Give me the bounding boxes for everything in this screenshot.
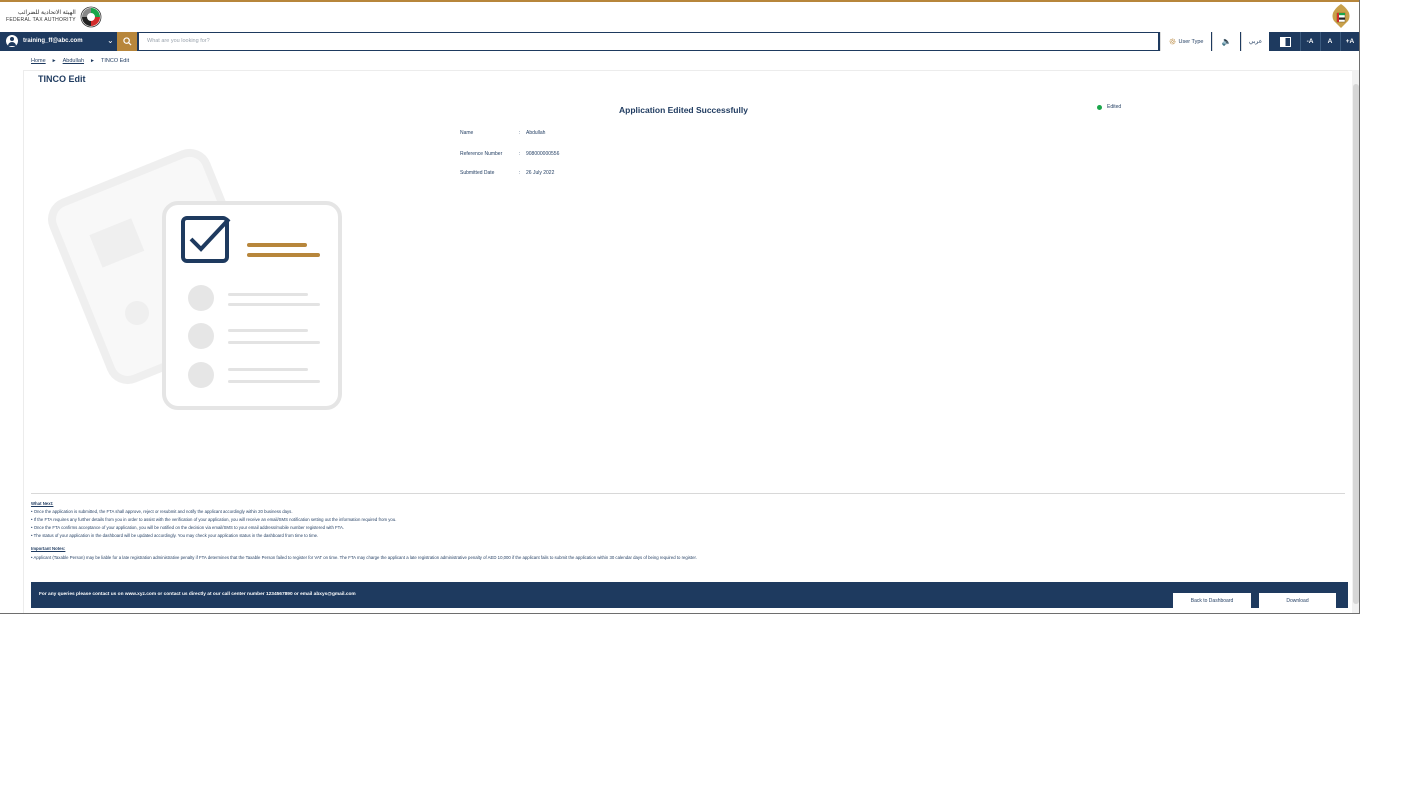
breadcrumb-current: TINCO Edit [101,58,130,64]
breadcrumb-abdullah[interactable]: Abdullah [63,58,84,64]
important-notes-heading: Important Notes: [31,546,66,552]
what-next-item: • Once the FTA confirms acceptance of yo… [31,525,345,531]
top-navbar: training_ff@abc.com ⌄ What are you looki… [0,32,1359,51]
fta-logo[interactable]: الهيئة الاتحادية للضرائب FEDERAL TAX AUT… [6,4,102,30]
page-title: TINCO Edit [38,74,86,84]
gear-icon [1169,38,1175,45]
chevron-down-icon[interactable]: ⌄ [107,36,114,45]
detail-label: Name [460,130,474,136]
text-to-speech-button[interactable]: 🔈 [1212,32,1240,51]
what-next-item: • If the FTA requires any further detail… [31,517,397,523]
section-divider [31,493,1345,494]
status-label: Edited [1107,104,1122,110]
detail-colon: : [519,170,521,176]
what-next-item: • Once the application is submitted, the… [31,509,293,515]
breadcrumb-separator-icon: ► [51,58,57,64]
user-type-button[interactable]: User Type [1160,32,1211,51]
fta-logo-icon [80,6,102,28]
detail-value: 26 July 2022 [526,170,555,176]
speaker-icon: 🔈 [1221,37,1232,46]
scrollbar-thumb[interactable] [1353,84,1359,604]
notes-section: What Next: • Once the application is sub… [31,500,697,562]
detail-colon: : [519,151,521,157]
user-type-label: User Type [1178,38,1204,45]
footer-bar: For any queries please contact us on www… [31,582,1348,608]
font-decrease-button[interactable]: -A [1300,32,1319,51]
search-input[interactable]: What are you looking for? [138,32,1159,51]
uae-emblem-icon [1332,4,1350,28]
app-frame: الهيئة الاتحادية للضرائب FEDERAL TAX AUT… [0,0,1360,614]
logo-text: الهيئة الاتحادية للضرائب FEDERAL TAX AUT… [6,10,76,24]
user-email: training_ff@abc.com [23,38,83,44]
breadcrumb-separator-icon: ► [90,58,95,64]
top-accent-line [0,0,1359,2]
detail-label: Submitted Date [460,170,495,176]
font-increase-button[interactable]: +A [1340,32,1359,51]
download-button[interactable]: Download [1259,593,1336,608]
back-to-dashboard-button[interactable]: Back to Dashboard [1173,593,1251,608]
logo-text-arabic: الهيئة الاتحادية للضرائب [17,10,76,16]
contrast-icon [1279,36,1291,47]
user-menu[interactable]: training_ff@abc.com [6,35,83,47]
detail-value: 908000000556 [526,151,560,157]
language-toggle[interactable]: عربي [1241,32,1269,51]
what-next-heading: What Next: [31,501,54,506]
breadcrumb: Home ► Abdullah ► TINCO Edit [31,58,129,64]
font-normal-button[interactable]: A [1320,32,1339,51]
detail-value: Abdullah [526,130,546,136]
search-icon [122,37,132,46]
detail-colon: : [519,130,521,136]
breadcrumb-home[interactable]: Home [31,58,46,64]
success-message: Application Edited Successfully [619,105,748,115]
application-illustration [48,148,342,410]
logo-text-english: FEDERAL TAX AUTHORITY [6,17,76,23]
what-next-item: • The status of your application in the … [31,533,319,539]
status-dot-icon [1097,104,1102,110]
contrast-toggle[interactable] [1270,32,1300,51]
user-icon [6,35,18,47]
status-badge: Edited [1097,104,1121,110]
contact-text: For any queries please contact us on www… [39,592,356,597]
search-button[interactable] [117,32,137,51]
detail-label: Reference Number [460,151,503,157]
important-note-item: • Applicant (Taxable Person) may be liab… [31,554,697,560]
